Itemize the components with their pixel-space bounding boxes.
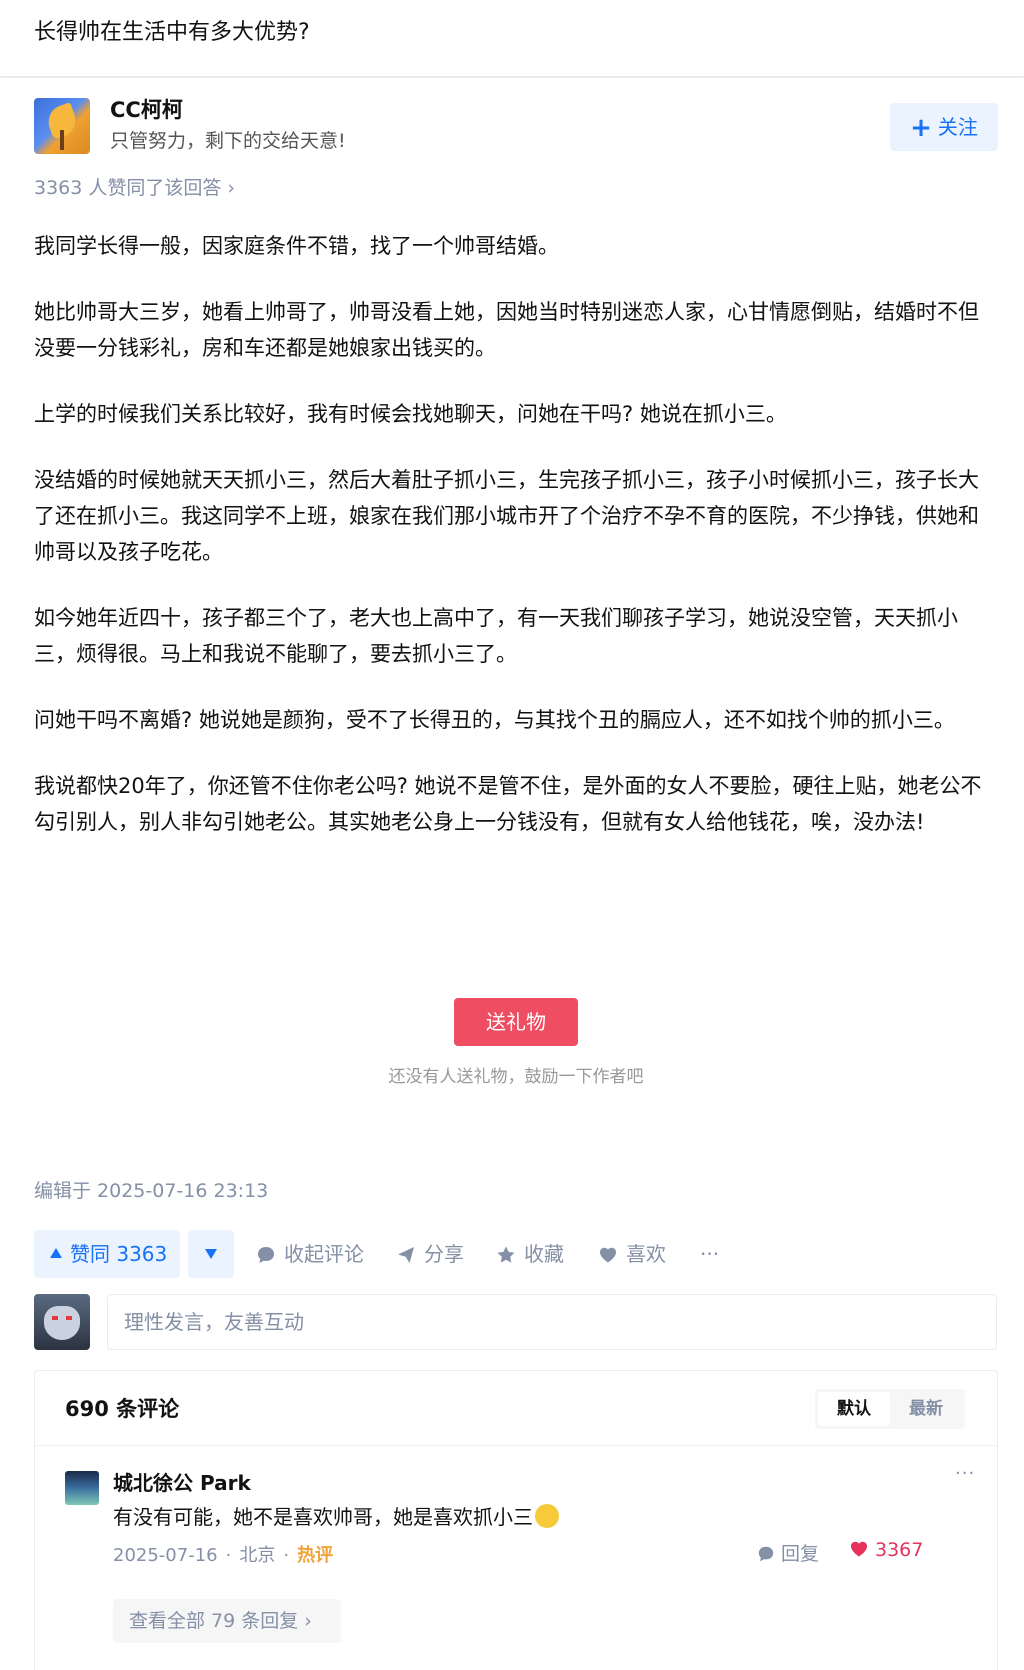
comment-input[interactable]	[107, 1294, 997, 1350]
avatar-stem-shape	[60, 130, 64, 150]
vote-up-label: 赞同 3363	[70, 1242, 168, 1266]
send-gift-button[interactable]: 送礼物	[454, 998, 578, 1046]
answer-paragraph: 我同学长得一般，因家庭条件不错，找了一个帅哥结婚。	[34, 234, 559, 258]
comment-like-button[interactable]: 3367	[849, 1539, 923, 1561]
reply-button[interactable]: 回复	[757, 1539, 819, 1566]
comment-bubble-icon	[758, 1546, 774, 1562]
arrow-down-icon	[205, 1249, 217, 1259]
avatar-face-shape	[44, 1306, 80, 1340]
comment-bubble-icon	[258, 1247, 274, 1263]
current-user-avatar[interactable]	[34, 1294, 90, 1350]
plus-icon: +	[910, 113, 932, 143]
commenter-name[interactable]: 城北徐公 Park	[113, 1467, 251, 1496]
avatar-eye-shape	[52, 1316, 58, 1320]
votes-summary-link[interactable]: 3363 人赞同了该回答 ›	[34, 175, 235, 201]
answer-paragraph: 问她干吗不离婚? 她说她是颜狗，受不了长得丑的，与其找个丑的膈应人，还不如找个帅…	[34, 708, 955, 732]
avatar-eye-shape	[66, 1316, 72, 1320]
comment-sort-switch: 默认 最新	[815, 1389, 965, 1429]
separator-dot: ·	[225, 1545, 232, 1566]
comment-like-count: 3367	[875, 1539, 924, 1561]
gift-hint: 还没有人送礼物，鼓励一下作者吧	[388, 1067, 644, 1087]
favorite-button[interactable]: 收藏	[496, 1230, 564, 1278]
comment-more-button[interactable]: ···	[955, 1463, 975, 1484]
sort-default-tab[interactable]: 默认	[818, 1392, 890, 1426]
comment-meta: 2025-07-16 · 北京 · 热评	[113, 1541, 333, 1567]
like-button[interactable]: 喜欢	[598, 1230, 666, 1278]
author-avatar[interactable]	[34, 98, 90, 154]
page: 长得帅在生活中有多大优势? CC柯柯 只管努力，剩下的交给天意! + 关注 336…	[0, 0, 1024, 1670]
question-title[interactable]: 长得帅在生活中有多大优势?	[34, 18, 310, 48]
star-icon	[497, 1246, 515, 1263]
more-actions-button[interactable]: ···	[700, 1230, 719, 1278]
answer-paragraph: 如今她年近四十，孩子都三个了，老大也上高中了，有一天我们聊孩子学习，她说没空管，…	[34, 606, 958, 666]
comments-count: 690 条评论	[65, 1397, 180, 1421]
favorite-label: 收藏	[524, 1242, 564, 1266]
arrow-up-icon	[50, 1248, 62, 1258]
paper-plane-icon	[398, 1247, 414, 1263]
answer-paragraph: 她比帅哥大三岁，她看上帅哥了，帅哥没看上她，因她当时特别迷恋人家，心甘情愿倒贴，…	[34, 300, 979, 360]
smile-emoji-icon	[535, 1504, 559, 1528]
commenter-avatar[interactable]	[65, 1471, 99, 1505]
author-bio: 只管努力，剩下的交给天意!	[110, 130, 346, 152]
hot-comment-badge: 热评	[297, 1545, 334, 1566]
answer-card: CC柯柯 只管努力，剩下的交给天意! + 关注 3363 人赞同了该回答 › 我同…	[0, 78, 1024, 1670]
collapse-comments-label: 收起评论	[284, 1242, 364, 1266]
comment-location: 北京	[239, 1545, 276, 1566]
edit-time: 编辑于 2025-07-16 23:13	[34, 1180, 269, 1202]
share-label: 分享	[424, 1242, 464, 1266]
author-name[interactable]: CC柯柯	[110, 96, 183, 124]
comments-panel: 690 条评论 默认 最新 城北徐公 Park ··· 有没有可能，她不是喜欢帅…	[34, 1370, 998, 1670]
answer-paragraph: 没结婚的时候她就天天抓小三，然后大着肚子抓小三，生完孩子抓小三，孩子小时候抓小三…	[34, 468, 979, 564]
separator-dot: ·	[283, 1545, 290, 1566]
question-header: 长得帅在生活中有多大优势?	[0, 0, 1024, 77]
comment-text-body: 有没有可能，她不是喜欢帅哥，她是喜欢抓小三	[113, 1505, 533, 1529]
share-button[interactable]: 分享	[396, 1230, 464, 1278]
follow-label: 关注	[937, 115, 978, 139]
follow-button[interactable]: + 关注	[890, 103, 998, 151]
reply-label: 回复	[781, 1543, 820, 1565]
view-all-replies-button[interactable]: 查看全部 79 条回复 ›	[113, 1599, 341, 1643]
answer-paragraph: 上学的时候我们关系比较好，我有时候会找她聊天，问她在干吗? 她说在抓小三。	[34, 402, 787, 426]
like-label: 喜欢	[626, 1242, 666, 1266]
comment-text: 有没有可能，她不是喜欢帅哥，她是喜欢抓小三	[113, 1501, 559, 1533]
comment-date: 2025-07-16	[113, 1545, 218, 1566]
heart-filled-icon	[851, 1541, 867, 1557]
answer-paragraph: 我说都快20年了，你还管不住你老公吗? 她说不是管不住，是外面的女人不要脸，硬往…	[34, 774, 982, 834]
heart-icon	[600, 1247, 616, 1263]
vote-up-button[interactable]: 赞同 3363	[34, 1230, 180, 1278]
vote-down-button[interactable]	[188, 1230, 234, 1278]
sort-latest-tab[interactable]: 最新	[890, 1392, 962, 1426]
answer-content: 我同学长得一般，因家庭条件不错，找了一个帅哥结婚。 她比帅哥大三岁，她看上帅哥了…	[34, 228, 996, 870]
comments-header: 690 条评论 默认 最新	[35, 1371, 997, 1446]
collapse-comments-button[interactable]: 收起评论	[256, 1230, 364, 1278]
